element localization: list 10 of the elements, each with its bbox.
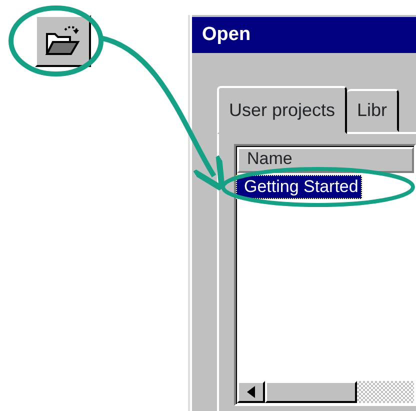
column-header[interactable]: Name [237,147,414,173]
left-triangle-icon [247,386,255,398]
list-item[interactable]: Getting Started [236,175,362,199]
open-folder-icon [45,24,81,58]
scroll-left-button[interactable] [237,381,265,403]
open-folder-button[interactable] [35,15,91,67]
tab[interactable]: Libr [347,89,400,132]
tab[interactable]: User projects [217,86,348,134]
dialog-title: Open [192,17,416,53]
scroll-thumb[interactable] [265,381,357,403]
